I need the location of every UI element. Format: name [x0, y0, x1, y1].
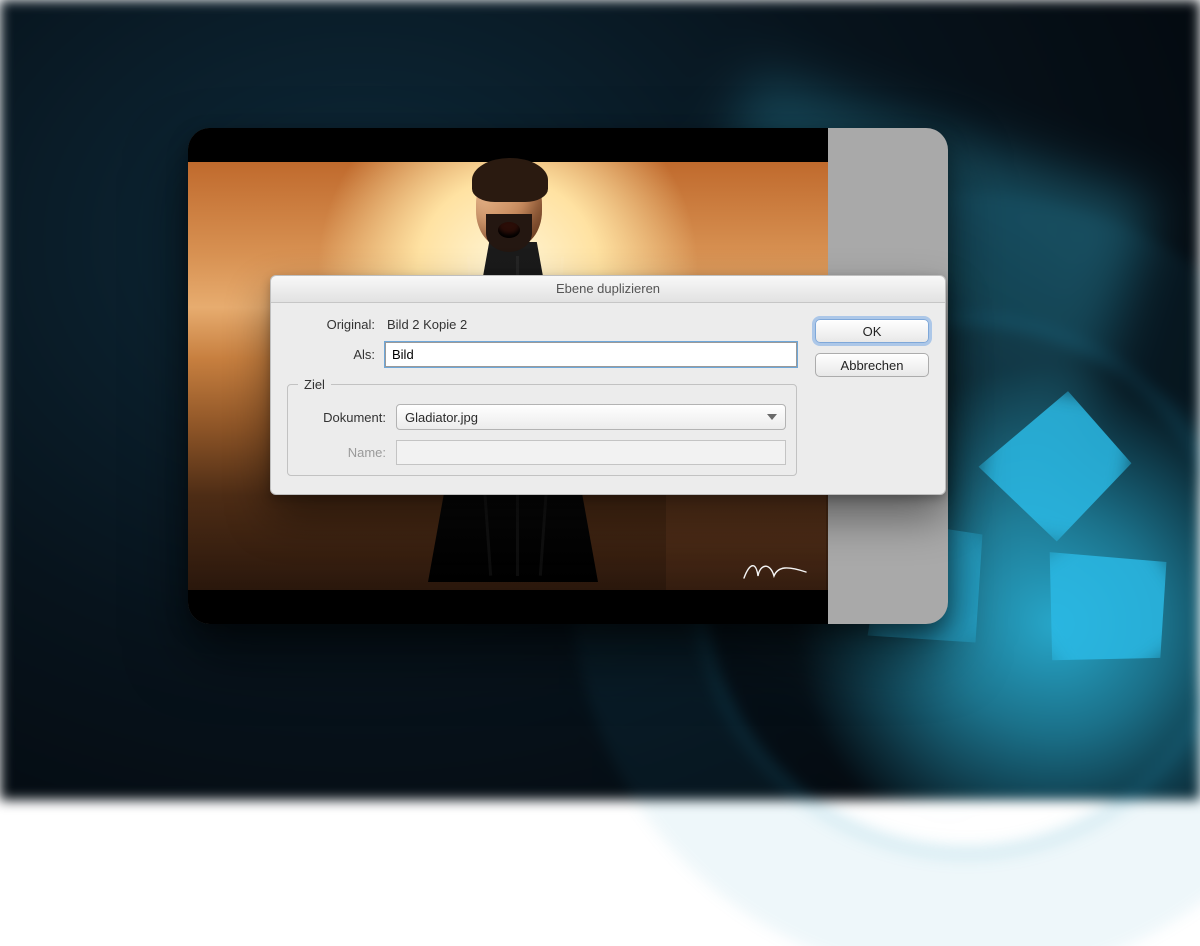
dialog-title: Ebene duplizieren — [271, 276, 945, 303]
name-label: Name: — [298, 445, 396, 460]
destination-group: Ziel Dokument: Gladiator.jpg Name: — [287, 377, 797, 476]
chevron-down-icon — [767, 414, 777, 420]
destination-legend: Ziel — [298, 377, 331, 392]
name-input — [396, 440, 786, 465]
original-label: Original: — [287, 317, 385, 332]
document-select[interactable]: Gladiator.jpg — [396, 404, 786, 430]
document-label: Dokument: — [298, 410, 396, 425]
as-label: Als: — [287, 347, 385, 362]
ok-button[interactable]: OK — [815, 319, 929, 343]
document-select-value: Gladiator.jpg — [405, 410, 478, 425]
duplicate-layer-dialog: Ebene duplizieren Original: Bild 2 Kopie… — [270, 275, 946, 495]
cancel-button[interactable]: Abbrechen — [815, 353, 929, 377]
as-input[interactable] — [385, 342, 797, 367]
artist-signature — [740, 558, 810, 584]
original-value: Bild 2 Kopie 2 — [385, 317, 467, 332]
